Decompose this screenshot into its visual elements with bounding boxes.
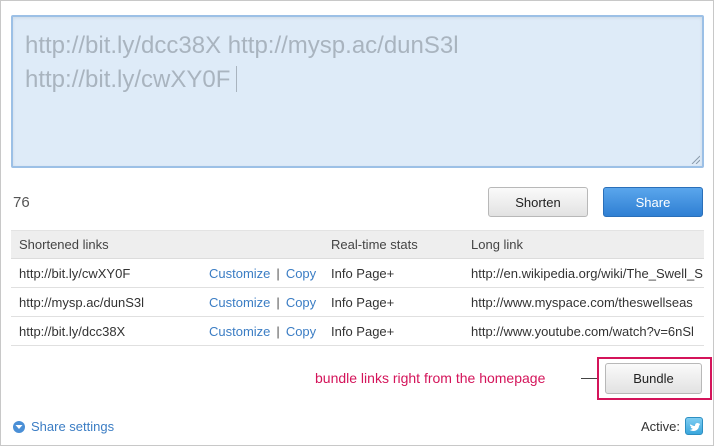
compose-text-line-1: http://bit.ly/dcc38X http://mysp.ac/dunS… <box>25 32 459 59</box>
text-caret <box>236 66 238 92</box>
row-actions: Customize | Copy <box>201 316 323 346</box>
compose-text-line-2-value: http://bit.ly/cwXY0F <box>25 66 231 93</box>
chevron-down-circle-icon <box>13 420 25 433</box>
action-separator: | <box>276 265 280 281</box>
short-link[interactable]: http://bit.ly/dcc38X <box>11 316 201 346</box>
copy-link[interactable]: Copy <box>286 324 316 339</box>
character-count: 76 <box>13 194 30 211</box>
table-row: http://bit.ly/cwXY0F Customize | Copy Info… <box>11 258 704 288</box>
table-row: http://bit.ly/dcc38X Customize | Copy Info… <box>11 316 704 346</box>
info-page-link[interactable]: Info Page+ <box>323 258 463 288</box>
header-real-time-stats: Real-time stats <box>323 230 463 259</box>
share-settings-label: Share settings <box>31 419 115 434</box>
action-separator: | <box>276 294 280 310</box>
copy-link[interactable]: Copy <box>286 295 316 310</box>
compose-text-line-2: http://bit.ly/cwXY0F <box>25 63 690 97</box>
header-shortened-links: Shortened links <box>11 230 201 259</box>
short-link[interactable]: http://bit.ly/cwXY0F <box>11 258 201 288</box>
shortener-panel: http://bit.ly/dcc38X http://mysp.ac/dunS… <box>0 0 714 446</box>
share-button[interactable]: Share <box>603 187 703 217</box>
customize-link[interactable]: Customize <box>209 324 270 339</box>
twitter-bird-icon[interactable] <box>685 417 703 435</box>
active-label: Active: <box>641 419 681 434</box>
short-link[interactable]: http://mysp.ac/dunS3l <box>11 287 201 317</box>
header-long-link: Long link <box>463 230 704 259</box>
annotation-callout: bundle links right from the homepage <box>315 370 546 386</box>
row-actions: Customize | Copy <box>201 258 323 288</box>
header-actions <box>201 230 323 259</box>
info-page-link[interactable]: Info Page+ <box>323 316 463 346</box>
table-row: http://mysp.ac/dunS3l Customize | Copy Inf… <box>11 287 704 317</box>
bundle-button[interactable]: Bundle <box>605 363 702 394</box>
compose-textarea[interactable]: http://bit.ly/dcc38X http://mysp.ac/dunS… <box>11 15 704 168</box>
row-actions: Customize | Copy <box>201 287 323 317</box>
customize-link[interactable]: Customize <box>209 266 270 281</box>
customize-link[interactable]: Customize <box>209 295 270 310</box>
info-page-link[interactable]: Info Page+ <box>323 287 463 317</box>
long-link[interactable]: http://en.wikipedia.org/wiki/The_Swell_S <box>463 258 704 288</box>
resize-grip-icon[interactable] <box>690 154 700 164</box>
annotation-connector-line <box>581 378 597 379</box>
shorten-button[interactable]: Shorten <box>488 187 588 217</box>
share-settings-toggle[interactable]: Share settings <box>13 419 114 434</box>
long-link[interactable]: http://www.myspace.com/theswellseas <box>463 287 704 317</box>
long-link[interactable]: http://www.youtube.com/watch?v=6nSl <box>463 316 704 346</box>
copy-link[interactable]: Copy <box>286 266 316 281</box>
table-header-row: Shortened links Real-time stats Long lin… <box>11 230 704 259</box>
action-separator: | <box>276 323 280 339</box>
shortened-links-table: Shortened links Real-time stats Long lin… <box>11 230 704 346</box>
